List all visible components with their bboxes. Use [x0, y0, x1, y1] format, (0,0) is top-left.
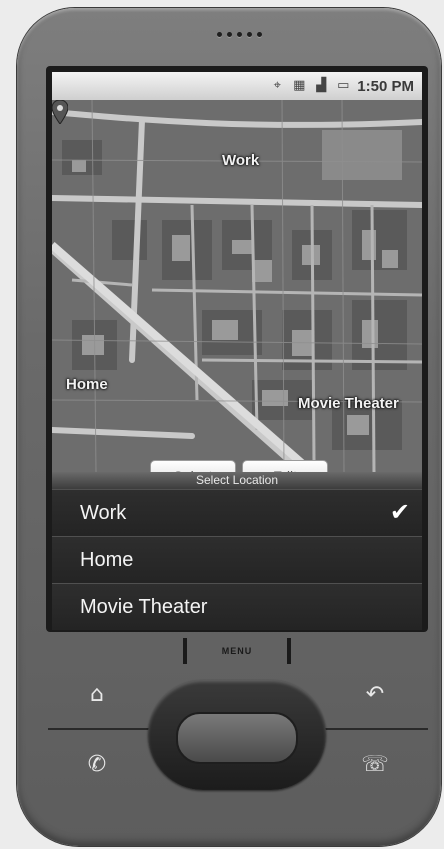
trackball[interactable]	[176, 712, 298, 764]
battery-icon: ▭	[337, 78, 350, 93]
speaker-grille	[217, 32, 262, 37]
divider-right	[324, 728, 428, 730]
status-time: 1:50 PM	[357, 77, 414, 95]
menu-item-label: Movie Theater	[80, 596, 208, 618]
menu-key[interactable]: MENU	[183, 638, 291, 668]
select-location-menu: Select Location Work ✔ Home Movie Theate…	[52, 472, 422, 630]
map-label-work[interactable]: Work	[222, 152, 259, 169]
map-view[interactable]: Work Home Movie Theater Select Edit	[52, 100, 422, 472]
screen: ⌖ ▦ ▟ ▭ 1:50 PM Work Home Movie Theater …	[52, 72, 422, 630]
menu-item-home[interactable]: Home	[52, 536, 422, 583]
edit-button[interactable]: Edit	[242, 460, 328, 472]
menu-header: Select Location	[52, 472, 422, 489]
home-icon[interactable]: ⌂	[82, 680, 112, 710]
menu-key-label: MENU	[221, 646, 253, 656]
menu-item-label: Work	[80, 502, 127, 524]
divider-left	[48, 728, 150, 730]
gps-icon: ⌖	[273, 78, 281, 93]
end-call-icon[interactable]: ☏	[360, 750, 390, 780]
signal-icon: ▟	[316, 78, 327, 93]
menu-item-label: Home	[80, 549, 134, 571]
status-bar: ⌖ ▦ ▟ ▭ 1:50 PM	[52, 72, 422, 101]
map-label-movie-theater[interactable]: Movie Theater	[298, 395, 399, 412]
call-icon[interactable]: ✆	[82, 750, 112, 780]
checkmark-icon: ✔	[389, 499, 410, 526]
select-button[interactable]: Select	[150, 460, 236, 472]
location-pin-icon[interactable]	[52, 100, 68, 124]
menu-item-work[interactable]: Work ✔	[52, 489, 422, 536]
menu-item-movie-theater[interactable]: Movie Theater	[52, 583, 422, 630]
back-icon[interactable]: ↶	[360, 680, 390, 710]
map-label-home[interactable]: Home	[66, 376, 108, 393]
network-type-icon: ▦	[293, 78, 306, 93]
